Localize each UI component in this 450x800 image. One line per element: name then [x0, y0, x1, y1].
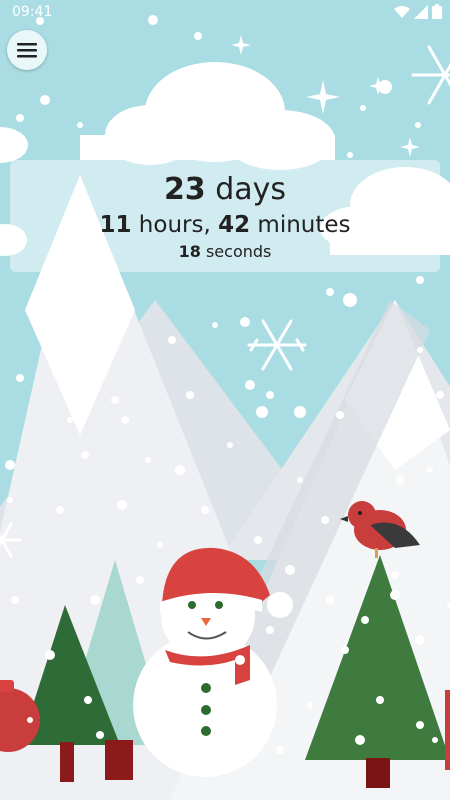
status-icons — [394, 4, 442, 19]
cell-signal-icon — [414, 4, 428, 19]
hours-minutes-line: 11 hours, 42 minutes — [10, 212, 440, 238]
seconds-unit: seconds — [205, 242, 272, 261]
tree-trunk — [60, 742, 74, 782]
gift-box — [105, 740, 133, 780]
days-value: 23 — [163, 172, 206, 207]
days-unit: days — [215, 172, 287, 207]
wifi-icon — [394, 5, 410, 18]
menu-button[interactable] — [7, 30, 47, 70]
status-time: 09:41 — [12, 4, 53, 20]
countdown-panel: 23 days 11 hours, 42 minutes 18 seconds — [10, 160, 440, 272]
hours-value: 11 — [99, 212, 132, 238]
minutes-value: 42 — [218, 212, 251, 238]
tree-trunk — [366, 758, 390, 788]
hours-unit: hours, — [138, 212, 211, 238]
minutes-unit: minutes — [257, 212, 351, 238]
seconds-value: 18 — [178, 242, 201, 261]
winter-scene-background — [0, 0, 450, 800]
status-bar: 09:41 — [0, 0, 450, 26]
ornament-cap — [0, 680, 14, 692]
days-line: 23 days — [10, 172, 440, 207]
hamburger-menu-icon — [17, 43, 37, 58]
battery-icon — [432, 4, 442, 19]
seconds-line: 18 seconds — [10, 242, 440, 261]
gift-box — [445, 690, 450, 770]
